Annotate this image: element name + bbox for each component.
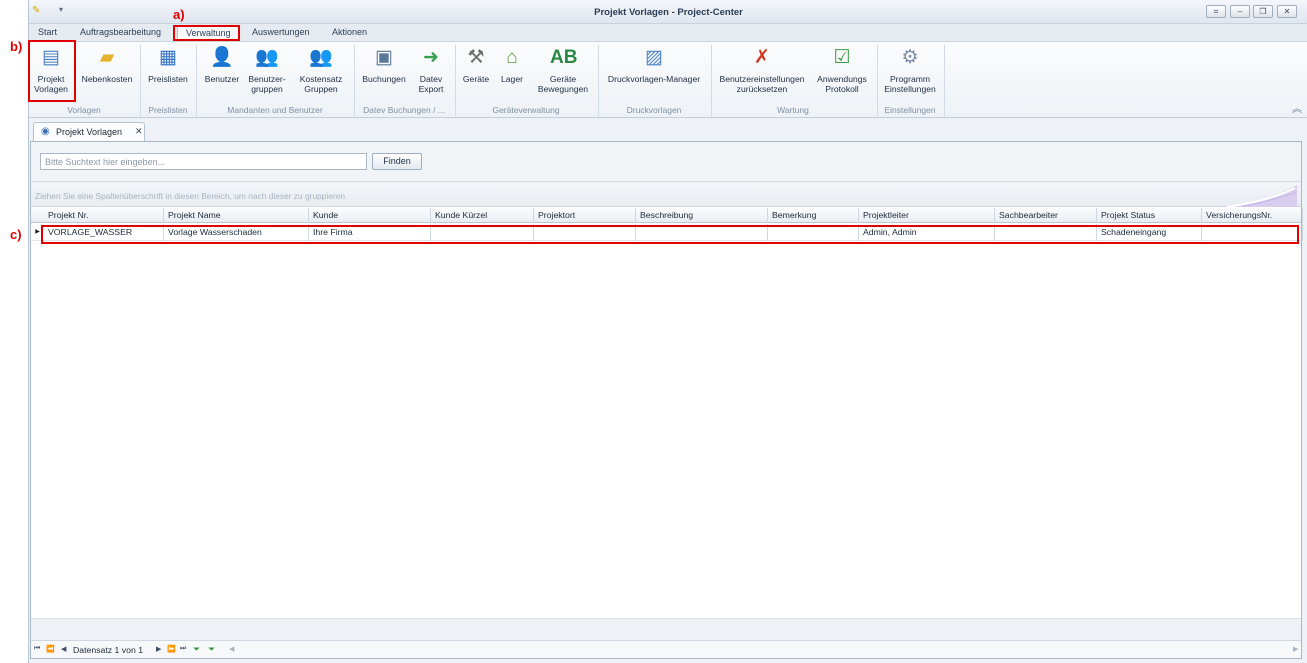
benutzereinstellungen-button[interactable]: ✗ Benutzereinstellungen zurücksetzen bbox=[715, 45, 809, 94]
group-by-panel[interactable]: Ziehen Sie eine Spaltenüberschrift in di… bbox=[31, 182, 1301, 207]
column-header-projektleiter[interactable]: Projektleiter bbox=[859, 208, 995, 223]
group-label-datev: Datev Buchungen / ... bbox=[363, 105, 445, 115]
next-page-icon[interactable]: ⏩ bbox=[167, 645, 176, 653]
group-label-mandanten: Mandanten und Benutzer bbox=[227, 105, 323, 115]
window-title: Projekt Vorlagen - Project-Center bbox=[594, 7, 743, 18]
group-separator bbox=[944, 45, 945, 116]
column-header-projektort[interactable]: Projektort bbox=[534, 208, 636, 223]
group-separator bbox=[711, 45, 712, 116]
chart-template-icon: ▨ bbox=[645, 47, 663, 68]
user-group-icon: 👥 bbox=[255, 47, 279, 68]
next-record-icon[interactable]: ▶ bbox=[156, 645, 161, 653]
group-separator bbox=[455, 45, 456, 116]
preislisten-button[interactable]: ▦ Preislisten bbox=[144, 45, 192, 84]
lager-button[interactable]: ⌂ Lager bbox=[496, 45, 528, 84]
tab-auftragsbearbeitung[interactable]: Auftragsbearbeitung bbox=[80, 27, 161, 37]
search-panel: Finden bbox=[31, 142, 1301, 182]
grid-footer bbox=[31, 618, 1301, 640]
annotation-label-a: a) bbox=[173, 7, 185, 22]
movement-icon: AB bbox=[550, 47, 578, 68]
group-label-vorlagen: Vorlagen bbox=[67, 105, 101, 115]
maximize-button[interactable]: ❐ bbox=[1253, 5, 1273, 18]
grid-panel: Finden Ziehen Sie eine Spaltenüberschrif… bbox=[30, 141, 1303, 659]
user-icon: 👤 bbox=[210, 47, 234, 68]
database-icon: ◉ bbox=[41, 126, 50, 137]
tab-auswertungen[interactable]: Auswertungen bbox=[252, 27, 310, 37]
annotation-label-b: b) bbox=[10, 39, 23, 54]
grid-header: Projekt Nr. Projekt Name Kunde Kunde Kür… bbox=[31, 208, 1303, 223]
close-tab-icon[interactable]: ✕ bbox=[135, 126, 143, 137]
previous-page-icon[interactable]: ⏪ bbox=[46, 645, 55, 653]
column-header-projekt-status[interactable]: Projekt Status bbox=[1097, 208, 1202, 223]
previous-record-icon[interactable]: ◀ bbox=[61, 645, 66, 653]
decorative-swoosh bbox=[1217, 185, 1297, 207]
price-list-icon: ▦ bbox=[159, 47, 177, 68]
restore-button[interactable]: ⌗ bbox=[1206, 5, 1226, 18]
tools-icon: ⚒ bbox=[467, 47, 485, 68]
column-header-projekt-nr[interactable]: Projekt Nr. bbox=[44, 208, 164, 223]
collapse-ribbon-icon[interactable]: ︽ bbox=[1292, 100, 1302, 115]
column-header-bemerkung[interactable]: Bemerkung bbox=[768, 208, 859, 223]
group-separator bbox=[354, 45, 355, 116]
tab-start[interactable]: Start bbox=[38, 27, 57, 37]
geraete-bewegungen-button[interactable]: AB Geräte Bewegungen bbox=[534, 45, 592, 94]
geraete-button[interactable]: ⚒ Geräte bbox=[458, 45, 494, 84]
cost-group-icon: 👥 bbox=[309, 47, 333, 68]
ribbon: ▤ Projekt Vorlagen ▰ Nebenkosten Vorlagen… bbox=[29, 41, 1307, 118]
column-header-beschreibung[interactable]: Beschreibung bbox=[636, 208, 768, 223]
druckvorlagen-manager-button[interactable]: ▨ Druckvorlagen-Manager bbox=[602, 45, 706, 84]
annotation-box-a bbox=[173, 25, 240, 41]
group-label-druck: Druckvorlagen bbox=[626, 105, 682, 115]
programm-einstellungen-button[interactable]: ⚙ Programm Einstellungen bbox=[881, 45, 939, 94]
annotation-box-c bbox=[41, 225, 1299, 244]
datev-export-button[interactable]: ➜ Datev Export bbox=[412, 45, 450, 94]
group-separator bbox=[140, 45, 141, 116]
title-bar: ✎ ▾ Projekt Vorlagen - Project-Center ⌗ … bbox=[29, 0, 1307, 24]
group-label-wartung: Wartung bbox=[777, 105, 809, 115]
record-navigator: ⏮ ⏪ ◀ Datensatz 1 von 1 ▶ ⏩ ⏭ ⏷ ⏷ ◀ ▶ bbox=[31, 640, 1301, 658]
warehouse-icon: ⌂ bbox=[506, 47, 518, 68]
scroll-right-icon[interactable]: ▶ bbox=[1293, 645, 1298, 653]
benutzergruppen-button[interactable]: 👥 Benutzer-gruppen bbox=[246, 45, 288, 94]
kostensatz-gruppen-button[interactable]: 👥 Kostensatz Gruppen bbox=[294, 45, 348, 94]
document-tab-projekt-vorlagen[interactable]: ◉ Projekt Vorlagen ✕ bbox=[33, 122, 145, 141]
application-window: ✎ ▾ Projekt Vorlagen - Project-Center ⌗ … bbox=[28, 0, 1307, 663]
gear-icon: ⚙ bbox=[901, 47, 919, 68]
column-header-kunde-kuerzel[interactable]: Kunde Kürzel bbox=[431, 208, 534, 223]
group-label-geraete: Geräteverwaltung bbox=[492, 105, 560, 115]
minimize-button[interactable]: – bbox=[1230, 5, 1250, 18]
log-icon: ☑ bbox=[833, 47, 851, 68]
filter-add-icon[interactable]: ⏷ bbox=[193, 644, 200, 655]
anwendungs-protokoll-button[interactable]: ☑ Anwendungs Protokoll bbox=[814, 45, 870, 94]
group-separator bbox=[196, 45, 197, 116]
group-separator bbox=[877, 45, 878, 116]
tab-aktionen[interactable]: Aktionen bbox=[332, 27, 367, 37]
search-input[interactable] bbox=[40, 153, 367, 170]
record-count: Datensatz 1 von 1 bbox=[73, 645, 144, 655]
annotation-label-c: c) bbox=[10, 227, 22, 242]
filter-remove-icon[interactable]: ⏷ bbox=[208, 644, 215, 655]
scroll-left-icon[interactable]: ◀ bbox=[229, 645, 234, 653]
nebenkosten-button[interactable]: ▰ Nebenkosten bbox=[78, 45, 136, 84]
group-label-preislisten: Preislisten bbox=[148, 105, 188, 115]
group-by-hint: Ziehen Sie eine Spaltenüberschrift in di… bbox=[35, 191, 346, 201]
folder-icon: ▰ bbox=[99, 47, 115, 68]
export-icon: ➜ bbox=[423, 47, 439, 68]
close-button[interactable]: ✕ bbox=[1277, 5, 1297, 18]
annotation-box-b bbox=[28, 40, 76, 102]
calculator-icon: ▣ bbox=[375, 47, 393, 68]
column-header-projekt-name[interactable]: Projekt Name bbox=[164, 208, 309, 223]
buchungen-button[interactable]: ▣ Buchungen bbox=[360, 45, 408, 84]
column-header-versicherungsnr[interactable]: VersicherungsNr. bbox=[1202, 208, 1303, 223]
column-header-sachbearbeiter[interactable]: Sachbearbeiter bbox=[995, 208, 1097, 223]
group-separator bbox=[598, 45, 599, 116]
first-record-icon[interactable]: ⏮ bbox=[34, 645, 40, 653]
group-label-einstellungen: Einstellungen bbox=[884, 105, 936, 115]
last-record-icon[interactable]: ⏭ bbox=[180, 645, 186, 653]
column-header-kunde[interactable]: Kunde bbox=[309, 208, 431, 223]
reset-settings-icon: ✗ bbox=[754, 47, 770, 68]
benutzer-button[interactable]: 👤 Benutzer bbox=[202, 45, 242, 84]
document-tab-label: Projekt Vorlagen bbox=[56, 127, 123, 137]
find-button[interactable]: Finden bbox=[372, 153, 422, 170]
